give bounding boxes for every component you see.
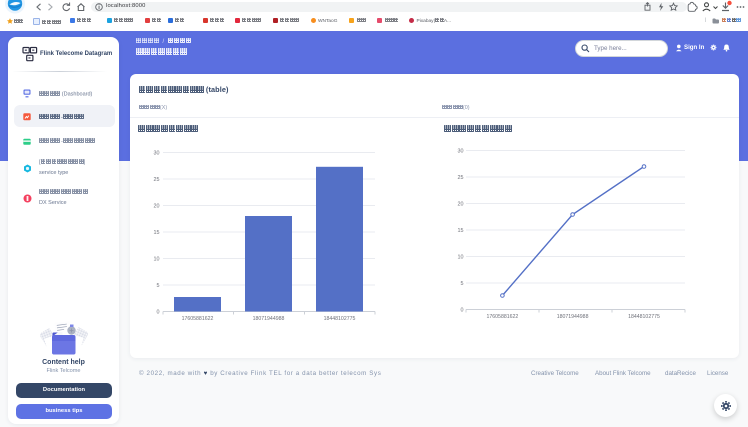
svg-text:15: 15 [458,228,464,234]
svg-text:18071944988: 18071944988 [253,316,285,322]
svg-text:18448102775: 18448102775 [628,314,660,320]
svg-text:15: 15 [154,230,160,236]
svg-text:30: 30 [154,151,160,157]
svg-text:18071944988: 18071944988 [557,314,589,320]
svg-text:25: 25 [458,175,464,181]
svg-text:5: 5 [157,283,160,289]
svg-text:0: 0 [461,308,464,314]
svg-text:30: 30 [458,149,464,155]
svg-text:10: 10 [458,255,464,261]
svg-text:10: 10 [154,257,160,263]
svg-text:25: 25 [154,177,160,183]
svg-text:17605881622: 17605881622 [182,316,214,322]
svg-text:5: 5 [461,281,464,287]
svg-text:17605881622: 17605881622 [487,314,519,320]
svg-text:20: 20 [154,204,160,210]
svg-text:20: 20 [458,202,464,208]
svg-text:0: 0 [157,310,160,316]
svg-text:18448102775: 18448102775 [324,316,356,322]
